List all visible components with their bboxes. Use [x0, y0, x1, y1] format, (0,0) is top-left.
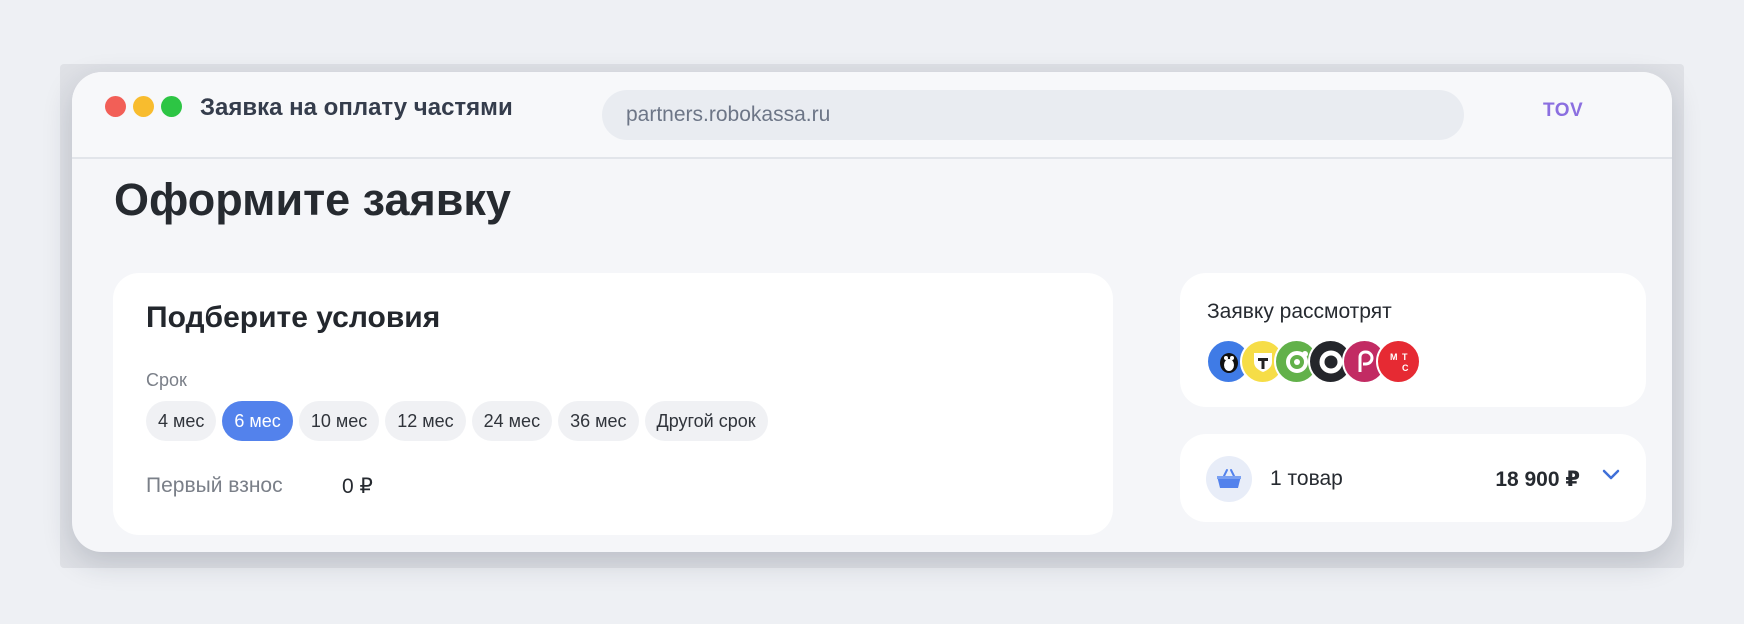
mts-icon: МТС: [1376, 339, 1421, 384]
account-badge[interactable]: TOV: [1543, 100, 1583, 122]
title-bar: Заявка на оплату частями partners.roboka…: [72, 72, 1672, 159]
page-title: Оформите заявку: [114, 174, 511, 225]
term-chips: 4 мес 6 мес 10 мес 12 мес 24 мес 36 мес …: [146, 401, 768, 441]
maximize-window-button[interactable]: [161, 96, 182, 117]
term-label: Срок: [146, 370, 187, 390]
svg-text:М: М: [1390, 352, 1398, 362]
down-payment-value: 0 ₽: [342, 475, 373, 498]
cart-item-count: 1 товар: [1270, 467, 1343, 490]
cart-total: 18 900 ₽: [1495, 468, 1580, 491]
basket-icon: [1206, 456, 1252, 502]
close-window-button[interactable]: [105, 96, 126, 117]
svg-text:С: С: [1402, 363, 1409, 373]
term-chip-24[interactable]: 24 мес: [471, 401, 553, 441]
review-card: Заявку рассмотрят МТС: [1180, 273, 1646, 407]
down-payment-label: Первый взнос: [146, 474, 283, 497]
term-chip-10[interactable]: 10 мес: [298, 401, 380, 441]
minimize-window-button[interactable]: [133, 96, 154, 117]
window-title: Заявка на оплату частями: [200, 94, 513, 121]
chevron-down-icon[interactable]: [1602, 468, 1620, 486]
svg-text:Т: Т: [1402, 352, 1408, 362]
browser-window: Заявка на оплату частями partners.roboka…: [72, 72, 1672, 552]
term-chip-4[interactable]: 4 мес: [146, 401, 217, 441]
address-url: partners.robokassa.ru: [626, 103, 831, 126]
conditions-card: Подберите условия Срок 4 мес 6 мес 10 ме…: [113, 273, 1113, 535]
term-chip-6-selected[interactable]: 6 мес: [222, 401, 293, 441]
term-chip-other[interactable]: Другой срок: [644, 401, 768, 441]
term-chip-36[interactable]: 36 мес: [558, 401, 639, 441]
review-title: Заявку рассмотрят: [1207, 300, 1392, 323]
conditions-title: Подберите условия: [146, 301, 441, 334]
address-bar[interactable]: partners.robokassa.ru: [602, 90, 1464, 140]
term-chip-12[interactable]: 12 мес: [385, 401, 466, 441]
cart-summary-card[interactable]: 1 товар 18 900 ₽: [1180, 434, 1646, 522]
